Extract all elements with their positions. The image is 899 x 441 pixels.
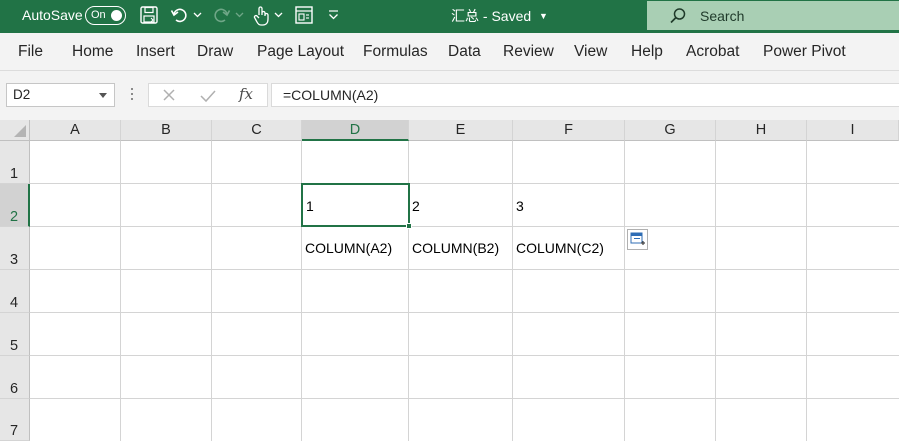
name-box[interactable]: D2 bbox=[6, 83, 115, 107]
column-header-d[interactable]: D bbox=[302, 120, 409, 141]
cell-f3[interactable]: COLUMN(C2) bbox=[516, 240, 604, 256]
active-cell-border[interactable] bbox=[301, 183, 410, 227]
tab-acrobat[interactable]: Acrobat bbox=[686, 43, 739, 61]
column-header-c[interactable]: C bbox=[212, 120, 302, 141]
check-icon[interactable] bbox=[199, 88, 217, 109]
tab-formulas[interactable]: Formulas bbox=[363, 43, 428, 61]
name-box-value: D2 bbox=[13, 87, 31, 102]
grid-line bbox=[30, 226, 899, 227]
ribbon-tabs: File Home Insert Draw Page Layout Formul… bbox=[0, 33, 899, 71]
save-icon[interactable] bbox=[139, 5, 159, 27]
column-header-f[interactable]: F bbox=[513, 120, 625, 141]
document-status: - Saved bbox=[482, 8, 532, 24]
column-header-i[interactable]: I bbox=[807, 120, 899, 141]
grid-line bbox=[715, 141, 716, 441]
cell-e2[interactable]: 2 bbox=[412, 198, 420, 214]
grid-line bbox=[624, 141, 625, 441]
formula-bar: D2 fx =COLUMN(A2) bbox=[0, 71, 899, 120]
grid-line bbox=[120, 141, 121, 441]
search-placeholder: Search bbox=[700, 8, 745, 24]
resize-handle[interactable] bbox=[131, 88, 133, 102]
search-box[interactable]: Search bbox=[647, 1, 899, 30]
select-all-button[interactable] bbox=[0, 120, 30, 141]
formula-buttons: fx bbox=[148, 83, 268, 107]
paste-options-icon bbox=[630, 232, 646, 253]
grid-line bbox=[30, 398, 899, 399]
title-bar: AutoSave On 汇总 - Saved ▼ Search bbox=[0, 0, 899, 33]
touch-dropdown-icon[interactable] bbox=[274, 10, 283, 32]
undo-dropdown-icon[interactable] bbox=[193, 10, 202, 32]
chevron-down-icon: ▼ bbox=[539, 11, 548, 21]
autosave-state: On bbox=[91, 9, 106, 21]
formula-input[interactable]: =COLUMN(A2) bbox=[271, 83, 899, 107]
grid-line bbox=[512, 141, 513, 441]
column-header-b[interactable]: B bbox=[121, 120, 212, 141]
redo-icon[interactable] bbox=[211, 5, 231, 27]
row-header-5[interactable]: 5 bbox=[0, 313, 30, 356]
column-header-a[interactable]: A bbox=[30, 120, 121, 141]
document-name: 汇总 bbox=[451, 8, 479, 24]
column-header-h[interactable]: H bbox=[716, 120, 807, 141]
column-header-e[interactable]: E bbox=[409, 120, 513, 141]
excel-window: AutoSave On 汇总 - Saved ▼ Search File Hom… bbox=[0, 0, 899, 441]
tab-data[interactable]: Data bbox=[448, 43, 481, 61]
cancel-icon[interactable] bbox=[161, 87, 177, 108]
grid-line bbox=[806, 141, 807, 441]
toggle-knob bbox=[111, 10, 122, 21]
customize-toolbar-icon[interactable] bbox=[328, 9, 339, 31]
tab-view[interactable]: View bbox=[574, 43, 607, 61]
redo-dropdown-icon[interactable] bbox=[235, 10, 244, 32]
grid-line bbox=[30, 269, 899, 270]
paste-options-button[interactable] bbox=[627, 229, 648, 250]
row-header-6[interactable]: 6 bbox=[0, 356, 30, 399]
grid-line bbox=[211, 141, 212, 441]
tab-draw[interactable]: Draw bbox=[197, 43, 233, 61]
tab-power-pivot[interactable]: Power Pivot bbox=[763, 43, 846, 61]
document-title[interactable]: 汇总 - Saved ▼ bbox=[451, 6, 548, 26]
touch-mode-icon[interactable] bbox=[252, 5, 270, 27]
undo-icon[interactable] bbox=[170, 5, 190, 27]
autosave-toggle[interactable]: On bbox=[85, 6, 126, 25]
search-icon bbox=[669, 7, 687, 30]
tab-file[interactable]: File bbox=[18, 43, 43, 61]
grid-line bbox=[30, 183, 899, 184]
insert-function-icon[interactable]: fx bbox=[239, 85, 253, 103]
form-icon[interactable] bbox=[294, 5, 314, 27]
tab-help[interactable]: Help bbox=[631, 43, 663, 61]
row-header-2[interactable]: 2 bbox=[0, 184, 30, 227]
cell-f2[interactable]: 3 bbox=[516, 198, 524, 214]
tab-home[interactable]: Home bbox=[72, 43, 113, 61]
row-header-7[interactable]: 7 bbox=[0, 399, 30, 441]
chevron-down-icon[interactable] bbox=[99, 93, 107, 98]
row-header-3[interactable]: 3 bbox=[0, 227, 30, 270]
tab-review[interactable]: Review bbox=[503, 43, 554, 61]
cell-d3[interactable]: COLUMN(A2) bbox=[305, 240, 392, 256]
row-header-4[interactable]: 4 bbox=[0, 270, 30, 313]
fill-handle[interactable] bbox=[406, 223, 412, 229]
grid-line bbox=[30, 355, 899, 356]
autosave-label: AutoSave bbox=[22, 7, 83, 23]
worksheet-grid: A B C D E F G H I 1 2 3 4 5 6 7 1 2 3 CO… bbox=[0, 120, 899, 441]
grid-line bbox=[30, 312, 899, 313]
row-header-1[interactable]: 1 bbox=[0, 141, 30, 184]
tab-insert[interactable]: Insert bbox=[136, 43, 175, 61]
tab-page-layout[interactable]: Page Layout bbox=[257, 43, 344, 61]
formula-text: =COLUMN(A2) bbox=[283, 87, 379, 103]
cell-e3[interactable]: COLUMN(B2) bbox=[412, 240, 499, 256]
column-header-g[interactable]: G bbox=[625, 120, 716, 141]
